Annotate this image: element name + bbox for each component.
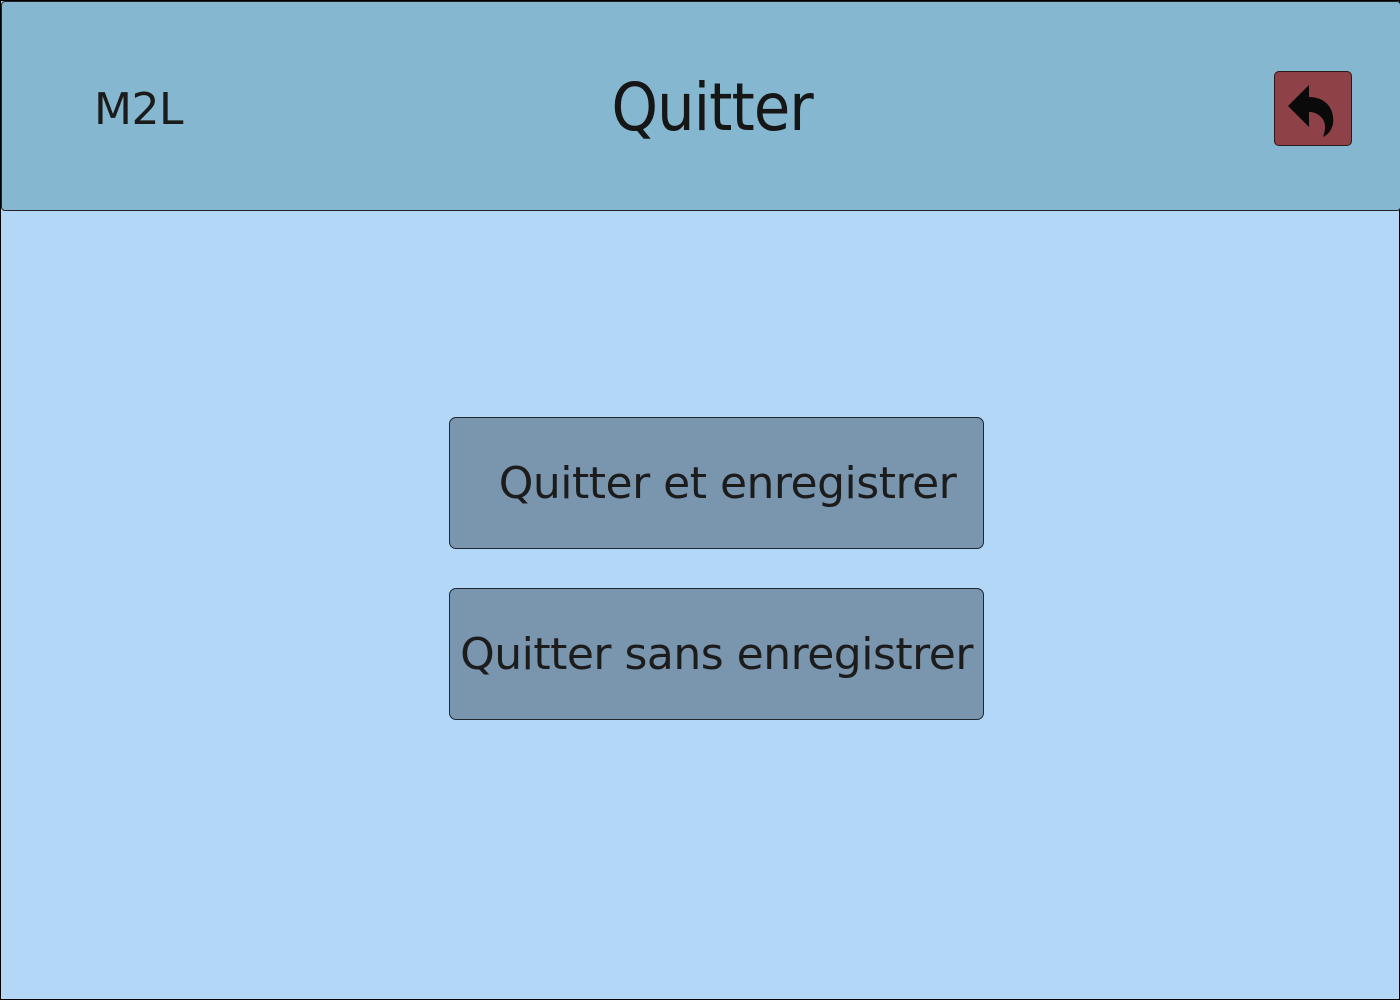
- quit-and-save-button[interactable]: Quitter et enregistrer: [449, 417, 984, 549]
- quit-without-saving-label: Quitter sans enregistrer: [460, 628, 973, 680]
- header-bar: M2L Quitter: [1, 1, 1400, 211]
- undo-arrow-icon: [1288, 85, 1334, 137]
- brand-logo-text: M2L: [94, 84, 183, 135]
- quit-screen: M2L Quitter Quitter et enregistrer Quitt…: [0, 0, 1400, 1000]
- page-title: Quitter: [611, 69, 813, 146]
- quit-and-save-label: Quitter et enregistrer: [498, 457, 957, 509]
- quit-without-saving-button[interactable]: Quitter sans enregistrer: [449, 588, 984, 720]
- back-button[interactable]: [1274, 71, 1352, 146]
